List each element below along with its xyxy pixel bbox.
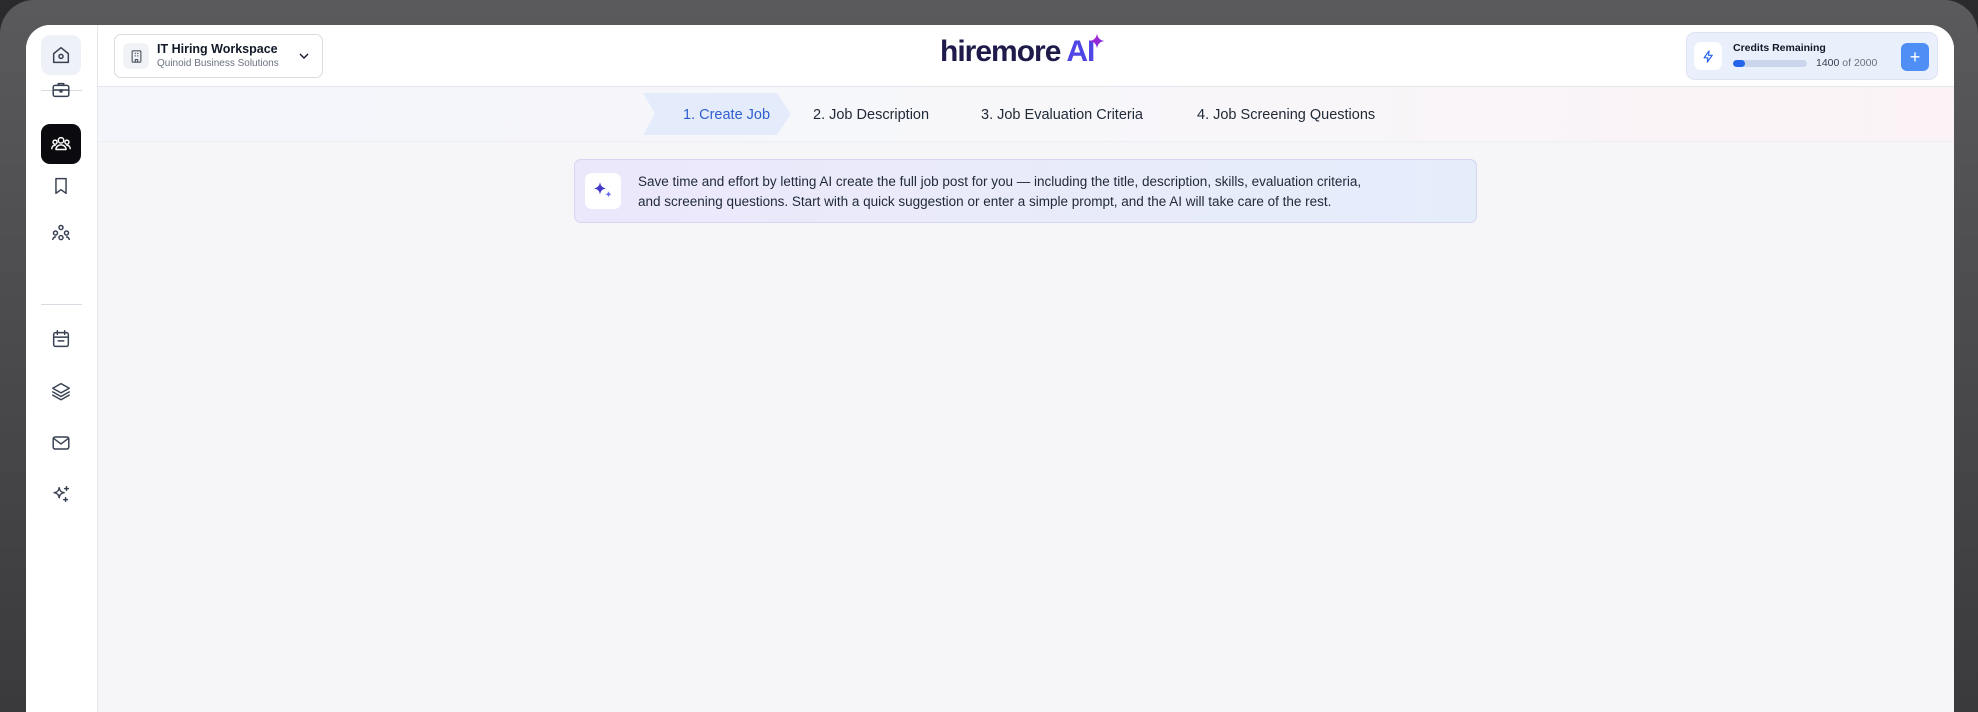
credits-of: of (1842, 57, 1852, 69)
credits-used: 1400 (1816, 57, 1840, 69)
mail-icon (52, 436, 70, 450)
credits-progress-bar (1733, 60, 1807, 67)
ai-info-banner: Save time and effort by letting AI creat… (574, 159, 1477, 223)
layers-icon (52, 382, 70, 401)
sidebar-item-teams[interactable] (41, 213, 81, 253)
briefcase-icon (52, 82, 70, 98)
sidebar-item-calendar[interactable] (41, 319, 81, 359)
credits-total: 2000 (1853, 57, 1878, 69)
sidebar-item-saved[interactable] (41, 166, 81, 206)
building-icon (123, 43, 149, 69)
sidebar-item-layers[interactable] (41, 371, 81, 411)
step-job-screening-questions[interactable]: 4. Job Screening Questions (1197, 101, 1375, 129)
workspace-selector[interactable]: IT Hiring Workspace Quinoid Business Sol… (114, 34, 323, 78)
logo-text: hiremore (940, 35, 1061, 68)
main-content (98, 142, 1954, 712)
brand-logo: hiremore AI (940, 33, 1105, 75)
users-icon (51, 136, 71, 151)
credits-widget: Credits Remaining 1400 of 2000 + (1686, 32, 1938, 80)
credits-title: Credits Remaining (1733, 42, 1826, 54)
sidebar-item-jobs[interactable] (41, 70, 81, 110)
step-job-evaluation-criteria[interactable]: 3. Job Evaluation Criteria (981, 101, 1143, 129)
sidebar-item-ai[interactable] (41, 475, 81, 515)
calendar-icon (52, 330, 70, 348)
sidebar-item-home[interactable] (41, 35, 81, 75)
top-header: IT Hiring Workspace Quinoid Business Sol… (98, 25, 1954, 87)
banner-text-line-1: Save time and effort by letting AI creat… (638, 174, 1362, 189)
add-credits-button[interactable]: + (1901, 43, 1929, 71)
bookmark-icon (55, 177, 67, 195)
logo-sparkle-icon (1090, 33, 1105, 49)
credits-count: 1400 of 2000 (1816, 57, 1877, 69)
sidebar-item-mail[interactable] (41, 423, 81, 463)
credits-progress-fill (1733, 60, 1745, 67)
chevron-down-icon (296, 48, 312, 64)
device-frame: IT Hiring Workspace Quinoid Business Sol… (0, 0, 1978, 712)
home-icon (52, 46, 70, 64)
lightning-icon (1694, 42, 1722, 70)
team-icon (52, 224, 70, 241)
sidebar (26, 25, 98, 712)
banner-text: Save time and effort by letting AI creat… (638, 172, 1468, 212)
workspace-title: IT Hiring Workspace (157, 42, 278, 57)
banner-text-line-2: and screening questions. Start with a qu… (638, 194, 1332, 209)
sparkles-icon (53, 486, 70, 503)
workspace-subtitle: Quinoid Business Solutions (157, 58, 279, 70)
job-creation-stepper: 1. Create Job 2. Job Description 3. Job … (98, 87, 1954, 142)
sidebar-item-candidates[interactable] (41, 124, 81, 164)
step-create-job[interactable]: 1. Create Job (683, 101, 770, 129)
ai-sparkles-icon (585, 173, 621, 209)
app-screen: IT Hiring Workspace Quinoid Business Sol… (26, 25, 1954, 712)
sidebar-divider (41, 304, 82, 305)
step-job-description[interactable]: 2. Job Description (813, 101, 929, 129)
